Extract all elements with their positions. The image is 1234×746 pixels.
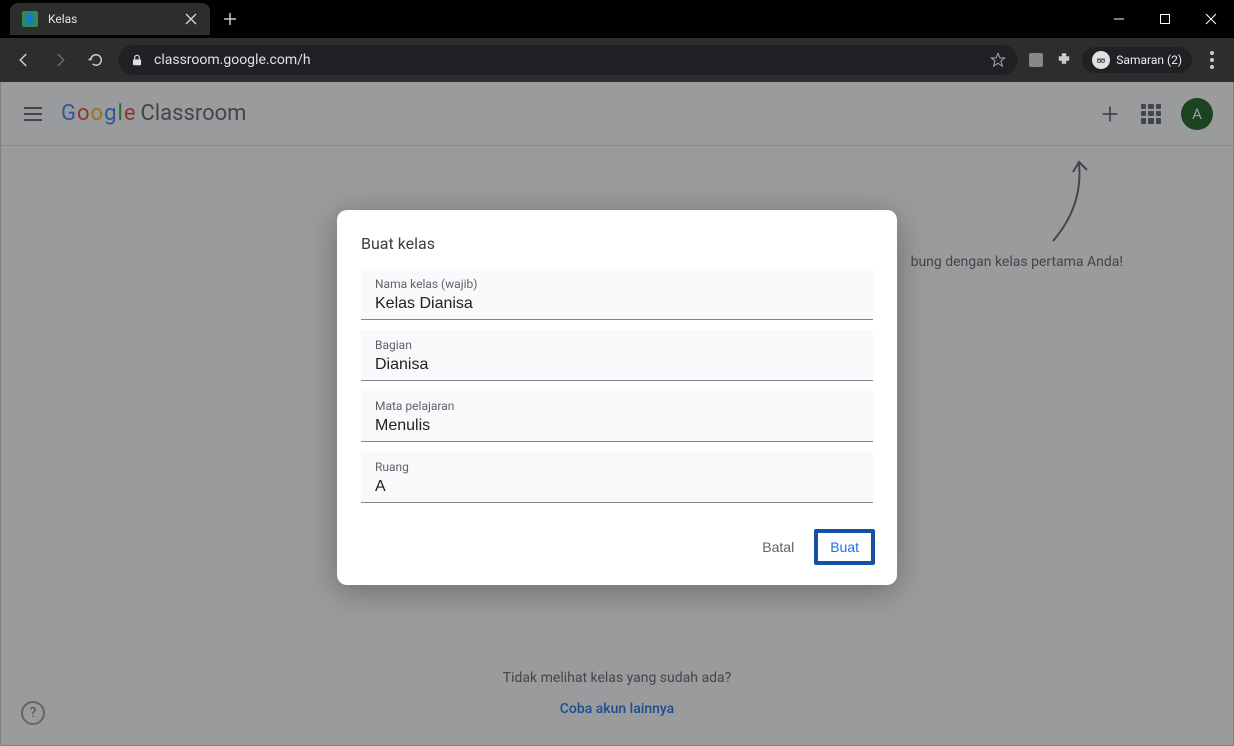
- tab-strip: 👤 Kelas: [0, 0, 244, 38]
- star-icon[interactable]: [990, 52, 1006, 68]
- classroom-favicon: 👤: [22, 11, 38, 27]
- chrome-menu-button[interactable]: [1200, 51, 1224, 69]
- subject-field[interactable]: Mata pelajaran: [361, 391, 873, 442]
- create-class-dialog: Buat kelas Nama kelas (wajib) Bagian Mat…: [337, 210, 897, 585]
- incognito-badge[interactable]: Samaran (2): [1082, 47, 1192, 73]
- section-field[interactable]: Bagian: [361, 330, 873, 381]
- window-controls: [1096, 0, 1234, 38]
- dialog-actions: Batal Buat: [337, 513, 897, 571]
- new-tab-button[interactable]: [216, 5, 244, 33]
- create-button[interactable]: Buat: [814, 529, 875, 565]
- extensions-puzzle-icon[interactable]: [1054, 50, 1074, 70]
- back-button[interactable]: [10, 46, 38, 74]
- subject-input[interactable]: [375, 417, 859, 435]
- url-text: classroom.google.com/h: [154, 52, 311, 68]
- incognito-icon: [1092, 51, 1110, 69]
- browser-titlebar: 👤 Kelas: [0, 0, 1234, 38]
- class-name-input[interactable]: [375, 295, 859, 313]
- dialog-title: Buat kelas: [337, 234, 897, 269]
- tab-title: Kelas: [48, 12, 174, 26]
- lock-icon: [130, 53, 144, 67]
- browser-tab[interactable]: 👤 Kelas: [10, 3, 210, 35]
- section-label: Bagian: [375, 338, 859, 352]
- address-bar[interactable]: classroom.google.com/h: [118, 45, 1018, 75]
- extension-icon[interactable]: [1026, 50, 1046, 70]
- browser-toolbar: classroom.google.com/h Samaran (2): [0, 38, 1234, 82]
- class-name-label: Nama kelas (wajib): [375, 277, 859, 291]
- section-input[interactable]: [375, 356, 859, 374]
- close-window-button[interactable]: [1188, 0, 1234, 38]
- room-field[interactable]: Ruang: [361, 452, 873, 503]
- reload-button[interactable]: [82, 46, 110, 74]
- class-name-field[interactable]: Nama kelas (wajib): [361, 269, 873, 320]
- maximize-button[interactable]: [1142, 0, 1188, 38]
- minimize-button[interactable]: [1096, 0, 1142, 38]
- room-label: Ruang: [375, 460, 859, 474]
- subject-label: Mata pelajaran: [375, 399, 859, 413]
- forward-button[interactable]: [46, 46, 74, 74]
- close-icon[interactable]: [184, 12, 198, 26]
- cancel-button[interactable]: Batal: [750, 531, 806, 563]
- room-input[interactable]: [375, 478, 859, 496]
- incognito-label: Samaran (2): [1116, 53, 1182, 67]
